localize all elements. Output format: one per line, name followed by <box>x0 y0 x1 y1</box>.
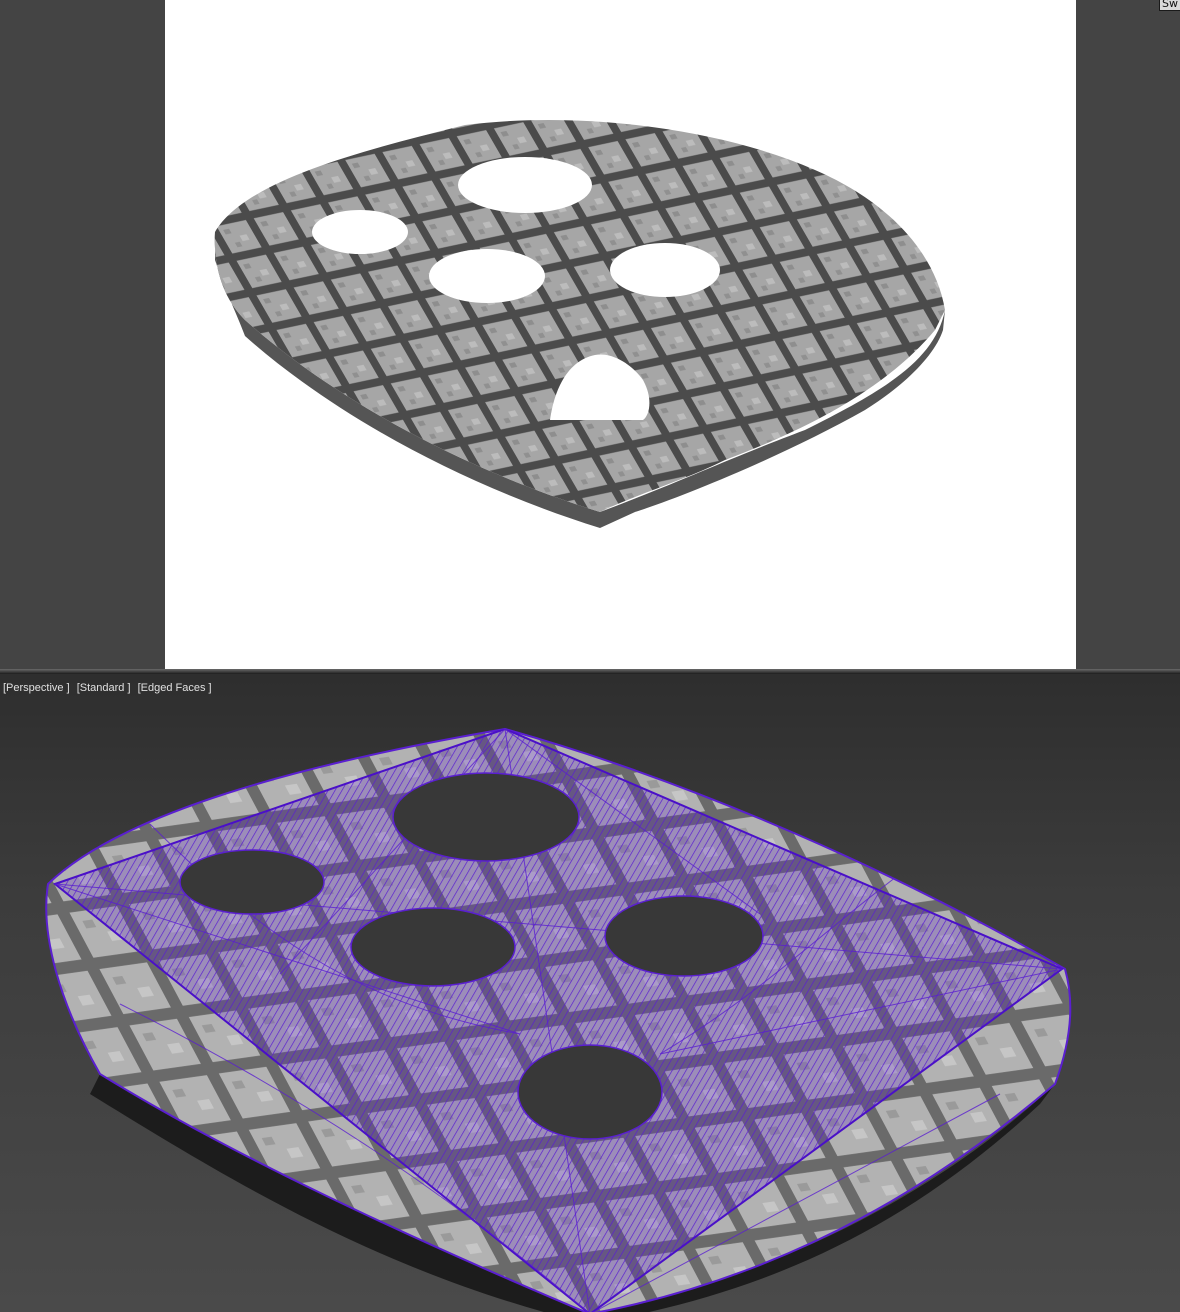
viewport-label-perspective[interactable]: [Perspective ] <box>3 682 70 694</box>
rendered-image-frame <box>165 0 1076 669</box>
render-window: Sw <box>0 0 1180 669</box>
viewport-label-edged-faces[interactable]: [Edged Faces ] <box>138 682 212 694</box>
wireframe-mesh <box>45 727 1072 1312</box>
rendered-mesh-image <box>214 120 946 528</box>
viewport-label-standard[interactable]: [Standard ] <box>77 682 131 694</box>
viewport-label-bar: [Perspective ] [Standard ] [Edged Faces … <box>3 682 216 694</box>
corner-button[interactable]: Sw <box>1159 0 1180 11</box>
perspective-viewport[interactable]: [Perspective ] [Standard ] [Edged Faces … <box>0 674 1180 1312</box>
